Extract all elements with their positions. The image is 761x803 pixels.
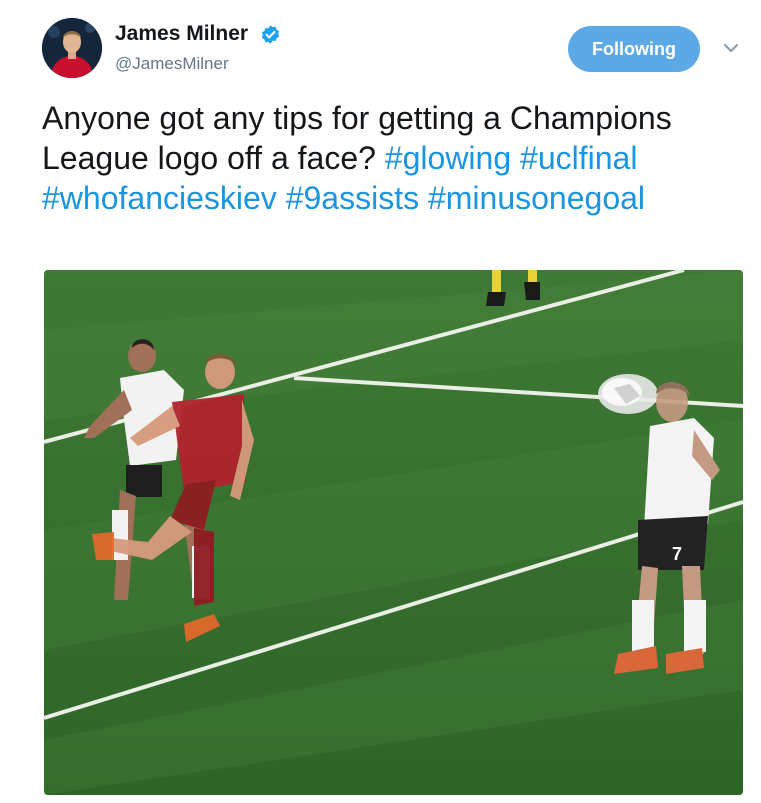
following-button[interactable]: Following (568, 26, 700, 72)
tweet-card: James Milner @JamesMilner Following Anyo… (0, 0, 761, 803)
chevron-down-icon[interactable] (722, 41, 740, 55)
tweet-photo[interactable]: 7 (44, 270, 743, 795)
avatar[interactable] (42, 18, 102, 78)
shirt-number: 7 (672, 544, 682, 564)
football-pitch-photo: 7 (44, 270, 743, 795)
hashtag-link[interactable]: #uclfinal (520, 140, 637, 176)
hashtag-link[interactable]: #minusonegoal (428, 180, 645, 216)
football (598, 374, 658, 414)
avatar-photo (42, 18, 102, 78)
author-name[interactable]: James Milner (115, 22, 248, 46)
author-handle[interactable]: @JamesMilner (115, 54, 229, 74)
hashtag-link[interactable]: #whofancieskiev (42, 180, 277, 216)
verified-badge-icon (261, 25, 280, 44)
hashtag-link[interactable]: #glowing (385, 140, 511, 176)
hashtag-link[interactable]: #9assists (286, 180, 419, 216)
tweet-text: Anyone got any tips for getting a Champi… (42, 98, 742, 218)
